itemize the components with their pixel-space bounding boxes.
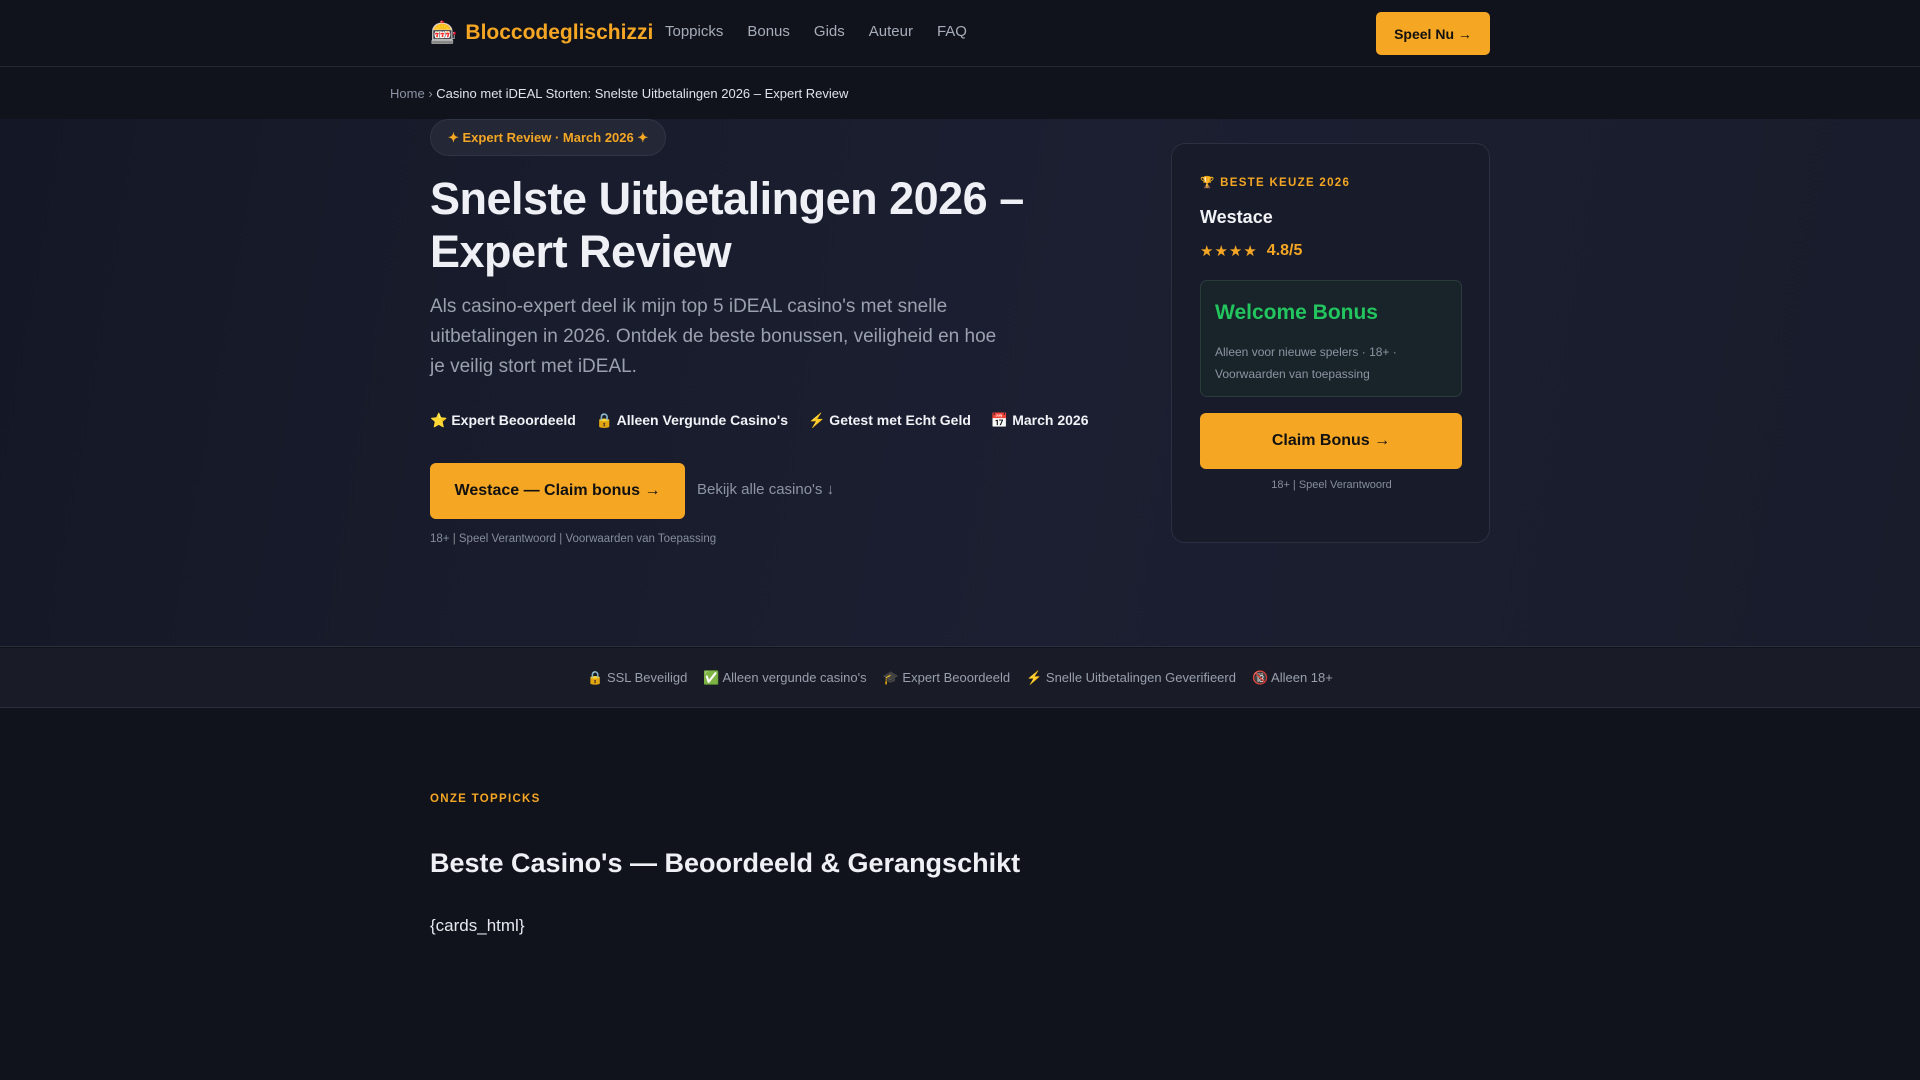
claim-bonus-hero-button[interactable]: Westace — Claim bonus → [430,463,685,519]
nav-link-toppicks[interactable]: Toppicks [665,22,723,42]
star-rating-icon: ★★★★ [1200,243,1258,260]
trust-bar-ssl: 🔒 SSL Beveiligd [587,669,688,685]
trust-bar-payouts: ⚡ Snelle Uitbetalingen Geverifieerd [1026,669,1236,685]
trust-item-tested: ⚡ Getest met Echt Geld [807,412,971,428]
logo-text: Bloccodeglischizzi [465,21,654,44]
nav-link-faq[interactable]: FAQ [937,22,967,42]
main-nav: Toppicks Bonus Gids Auteur FAQ [665,22,967,42]
bonus-title: Welcome Bonus [1215,301,1378,324]
top-pick-rating: ★★★★ 4.8/5 [1200,242,1302,260]
welcome-bonus-box: Welcome Bonus Alleen voor nieuwe spelers… [1200,280,1462,397]
cards-placeholder: {cards_html} [430,916,525,935]
hero-disclaimer: 18+ | Speel Verantwoord | Voorwaarden va… [430,533,717,545]
top-pick-tag: 🏆 BESTE KEUZE 2026 [1200,177,1351,189]
trust-bar-age: 🔞 Alleen 18+ [1251,669,1333,685]
page-title: Snelste Uitbetalingen 2026 – Expert Revi… [430,173,1024,277]
trust-item-date: 📅 March 2026 [990,412,1089,428]
section-tag: ONZE TOPPICKS [430,793,541,805]
expert-review-badge: ✦ Expert Review · March 2026 ✦ [430,119,667,156]
nav-link-bonus[interactable]: Bonus [747,22,790,42]
breadcrumb-current: Casino met iDEAL Storten: Snelste Uitbet… [436,86,849,101]
trust-bar-expert: 🎓 Expert Beoordeeld [882,669,1011,685]
card-disclaimer: 18+ | Speel Verantwoord [1271,479,1392,491]
rating-score: 4.8/5 [1266,242,1303,259]
slot-machine-icon: 🎰 [430,20,458,45]
top-pick-name: Westace [1200,207,1273,227]
trust-item-licensed: 🔒 Alleen Vergunde Casino's [595,412,788,428]
hero-trust-row: ⭐ Expert Beoordeeld 🔒 Alleen Vergunde Ca… [430,412,1089,429]
site-header: 🎰 Bloccodeglischizzi Toppicks Bonus Gids… [0,0,1920,67]
breadcrumb: Home › Casino met iDEAL Storten: Snelste… [390,86,848,101]
breadcrumb-home[interactable]: Home [390,86,425,101]
site-logo[interactable]: 🎰 Bloccodeglischizzi [430,20,653,46]
top-pick-card: 🏆 BESTE KEUZE 2026 Westace ★★★★ 4.8/5 We… [1171,143,1490,543]
section-title: Beste Casino's — Beoordeeld & Gerangschi… [430,848,1021,878]
speel-nu-button[interactable]: Speel Nu → [1376,12,1490,55]
view-all-casinos-link[interactable]: Bekijk alle casino's ↓ [697,481,834,498]
breadcrumb-separator: › [428,86,433,101]
hero-subtitle: Als casino-expert deel ik mijn top 5 iDE… [430,296,997,377]
nav-link-gids[interactable]: Gids [814,22,845,42]
trust-bar: 🔒 SSL Beveiligd ✅ Alleen vergunde casino… [0,648,1920,708]
bonus-terms: Alleen voor nieuwe spelers · 18+ · Voorw… [1215,345,1397,381]
nav-link-auteur[interactable]: Auteur [869,22,913,42]
claim-bonus-button[interactable]: Claim Bonus → [1200,413,1462,469]
trust-bar-licensed: ✅ Alleen vergunde casino's [703,669,867,685]
trust-item-expert: ⭐ Expert Beoordeeld [430,412,576,428]
